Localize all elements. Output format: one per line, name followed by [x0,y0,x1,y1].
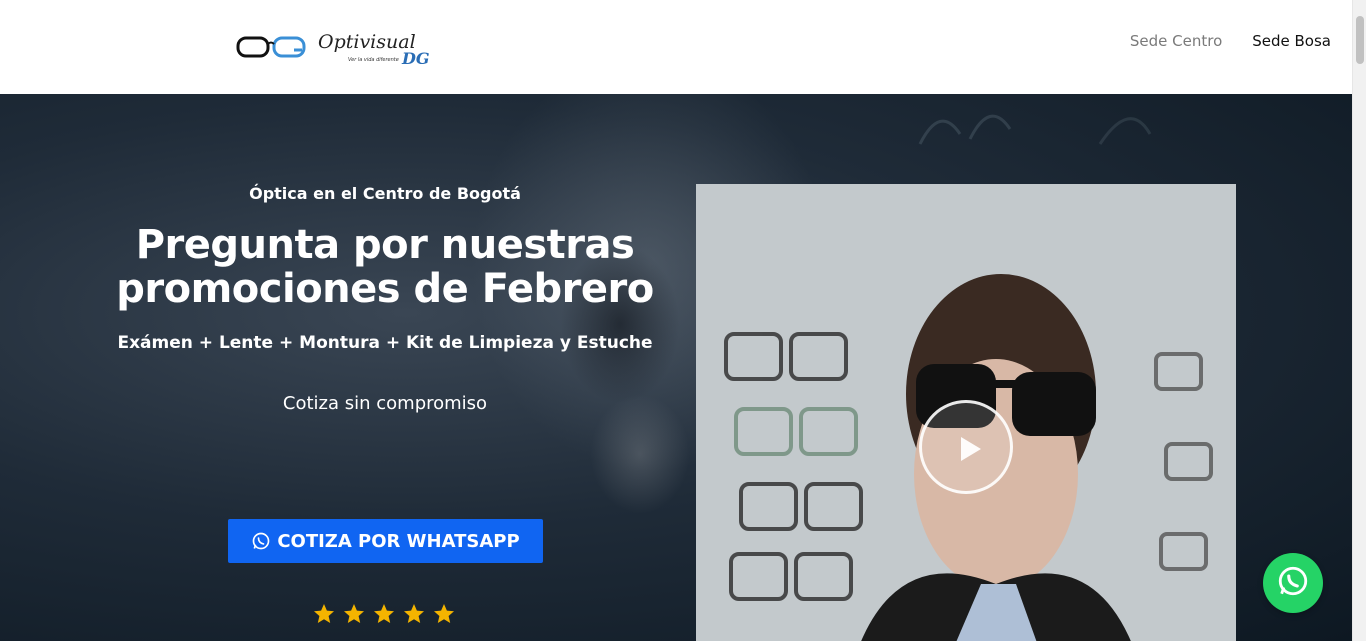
star-icon [434,604,454,623]
rating-stars [312,602,456,626]
play-icon [961,437,981,461]
svg-text:Optivisual: Optivisual [318,31,416,53]
star-icon [374,604,394,623]
svg-text:Ver la vida diferente: Ver la vida diferente [348,57,399,63]
star-icon [344,604,364,623]
star-icon [314,604,334,623]
main-nav: Sede Centro Sede Bosa [1130,32,1331,50]
star-icon [404,604,424,623]
whatsapp-icon [251,531,271,551]
whatsapp-quote-button-label: COTIZA POR WHATSAPP [277,530,520,552]
hero-cta-text: Cotiza sin compromiso [282,393,488,414]
nav-sede-centro[interactable]: Sede Centro [1130,32,1222,50]
page: Optivisual DG Ver la vida diferente Sede… [0,0,1366,641]
play-button[interactable] [919,400,1013,494]
promo-video[interactable] [696,184,1236,641]
whatsapp-icon [1276,564,1310,602]
floating-whatsapp-button[interactable] [1263,553,1323,613]
hero-background-leaves [918,114,1152,145]
hero-eyebrow: Óptica en el Centro de Bogotá [249,184,521,203]
page-scrollbar[interactable] [1352,0,1366,641]
hero-subhead: Exámen + Lente + Montura + Kit de Limpie… [117,333,653,353]
svg-text:DG: DG [401,49,430,68]
nav-sede-bosa[interactable]: Sede Bosa [1252,32,1331,50]
site-header: Optivisual DG Ver la vida diferente Sede… [0,0,1352,94]
hero-headline: Pregunta por nuestras promociones de Feb… [116,222,654,312]
site-logo[interactable]: Optivisual DG Ver la vida diferente [236,26,436,70]
hero-section: Óptica en el Centro de Bogotá Pregunta p… [0,94,1352,641]
scrollbar-thumb[interactable] [1356,16,1364,64]
hero-text-column: Óptica en el Centro de Bogotá Pregunta p… [110,184,660,414]
whatsapp-quote-button[interactable]: COTIZA POR WHATSAPP [228,519,543,563]
